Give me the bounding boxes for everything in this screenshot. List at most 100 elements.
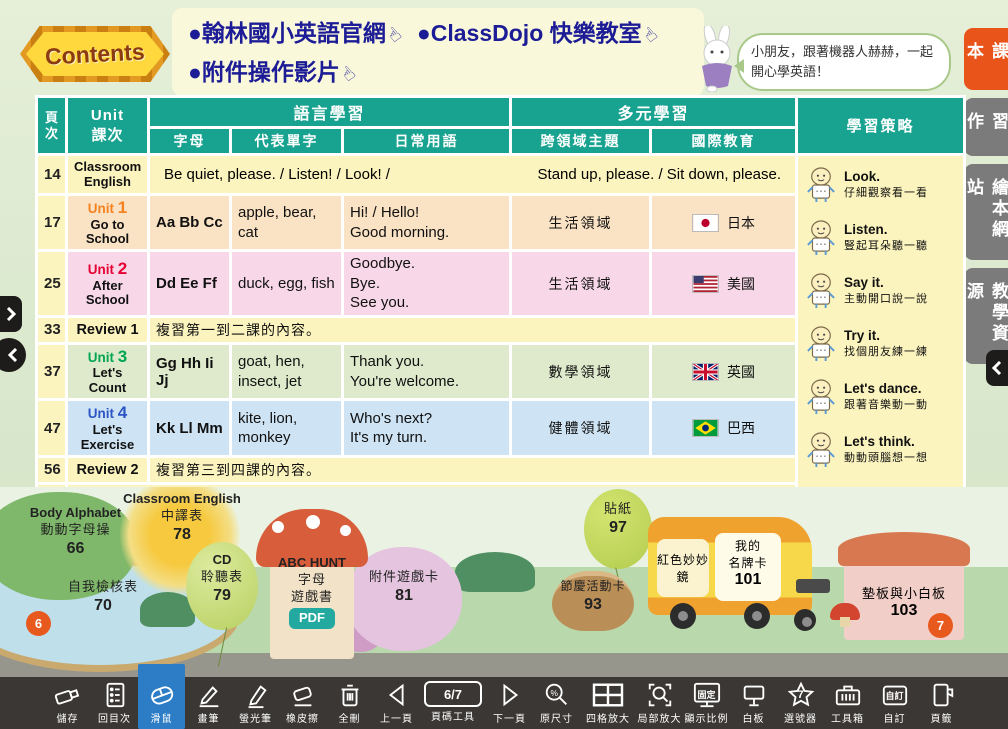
col-header-multi: 多元學習 bbox=[511, 97, 797, 128]
col-header-phrases: 日常用語 bbox=[343, 128, 511, 155]
four-pane-zoom-button[interactable]: 四格放大 bbox=[580, 677, 636, 729]
toolbox-button[interactable]: 工具箱 bbox=[824, 677, 871, 729]
tab-workbook[interactable]: 習作 bbox=[964, 98, 1008, 156]
toolbox-icon bbox=[833, 681, 863, 709]
classroom-english-label: Classroom English 中譯表 78 bbox=[118, 491, 246, 546]
brazil-flag-icon bbox=[692, 419, 719, 437]
speech-bubble-text: 小朋友，跟著機器人赫赫，一起開心學英語！ bbox=[751, 42, 937, 82]
expand-left-panel-button[interactable] bbox=[0, 296, 22, 332]
robot-listen-icon bbox=[804, 219, 838, 257]
pen-tool-button[interactable]: 畫筆 bbox=[185, 677, 232, 729]
page-number: 17 bbox=[37, 195, 67, 251]
usb-save-icon bbox=[53, 681, 83, 709]
col-header-intl: 國際教育 bbox=[651, 128, 797, 155]
zoom-percent-icon: % bbox=[542, 681, 572, 709]
eraser-tool-button[interactable]: 橡皮擦 bbox=[279, 677, 326, 729]
phrases-right: Stand up, please. / Sit down, please. bbox=[538, 166, 782, 183]
col-header-page: 頁次 bbox=[37, 97, 67, 155]
game-cards-label: 附件遊戲卡 81 bbox=[352, 569, 456, 607]
page-number-tool[interactable]: 6/7 頁碼工具 bbox=[420, 677, 486, 729]
name-card-label: 我的 名牌卡 101 bbox=[715, 533, 781, 601]
robot-say-icon bbox=[804, 272, 838, 310]
tab-storybook-site[interactable]: 繪本網站 bbox=[964, 164, 1008, 260]
display-ratio-button[interactable]: 固定 顯示比例 bbox=[683, 677, 730, 729]
triangle-right-icon bbox=[495, 681, 525, 709]
bottom-toolbar: 儲存 回目次 滑鼠 畫筆 螢光筆 橡皮擦 全刪 上一頁 bbox=[0, 677, 1008, 729]
page-number: 14 bbox=[37, 155, 67, 195]
bush bbox=[455, 552, 535, 592]
uk-flag-icon bbox=[692, 363, 719, 381]
page-number: 37 bbox=[37, 343, 67, 399]
link-attachment-videos[interactable]: ●附件操作影片 bbox=[188, 59, 340, 85]
custom-label: 自訂 bbox=[885, 689, 903, 702]
four-pane-icon bbox=[590, 681, 626, 709]
page-marker-7: 7 bbox=[928, 613, 953, 638]
unit-title: Let's Count bbox=[74, 366, 141, 396]
whiteboard-icon bbox=[739, 681, 769, 709]
partial-zoom-button[interactable]: 局部放大 bbox=[636, 677, 683, 729]
festival-cards-label: 節慶活動卡 93 bbox=[552, 579, 634, 615]
strategy-column: Look.仔細觀察看一看 Listen.豎起耳朵聽一聽 Say it.主動開口說… bbox=[797, 155, 965, 538]
page-marker-6: 6 bbox=[26, 611, 51, 636]
star-number: 7 bbox=[797, 689, 803, 701]
unit-title: Go to School bbox=[74, 218, 141, 248]
prev-page-edge-button[interactable] bbox=[0, 338, 26, 372]
highlighter-icon bbox=[241, 681, 271, 709]
chevron-left-icon bbox=[992, 361, 1002, 375]
page-indicator[interactable]: 6/7 bbox=[444, 687, 462, 702]
prev-page-button[interactable]: 上一頁 bbox=[373, 677, 420, 729]
index-list-icon bbox=[100, 681, 130, 709]
pdf-button[interactable]: PDF bbox=[289, 608, 335, 629]
triangle-left-icon bbox=[382, 681, 412, 709]
save-button[interactable]: 儲存 bbox=[44, 677, 91, 729]
camper-van: 紅色妙妙鏡 我的 名牌卡 101 bbox=[648, 517, 826, 635]
small-mushroom bbox=[830, 603, 860, 627]
highlighter-tool-button[interactable]: 螢光筆 bbox=[232, 677, 279, 729]
customize-button[interactable]: 自訂 自訂 bbox=[871, 677, 918, 729]
col-header-cross-domain: 跨領域主題 bbox=[511, 128, 651, 155]
page-tabs-button[interactable]: 頁籤 bbox=[918, 677, 965, 729]
col-header-strategy: 學習策略 bbox=[797, 97, 965, 155]
delete-all-button[interactable]: 全刪 bbox=[326, 677, 373, 729]
back-to-contents-button[interactable]: 回目次 bbox=[91, 677, 138, 729]
stickers-label: 貼紙 97 bbox=[586, 501, 650, 539]
robot-think-icon bbox=[804, 431, 838, 469]
number-picker-button[interactable]: 7 選號器 bbox=[777, 677, 824, 729]
contents-table: 頁次 Unit課次 語言學習 多元學習 學習策略 字母 代表單字 日常用語 跨領… bbox=[35, 95, 966, 539]
robot-dance-icon bbox=[804, 378, 838, 416]
area-zoom-icon bbox=[645, 681, 675, 709]
red-lens-label: 紅色妙妙鏡 bbox=[657, 539, 709, 597]
phrases-left: Be quiet, please. / Listen! / Look! / bbox=[164, 166, 390, 183]
fixed-label: 固定 bbox=[697, 688, 715, 701]
link-classdojo[interactable]: ●ClassDojo 快樂教室 bbox=[417, 20, 642, 46]
col-header-unit: Unit課次 bbox=[67, 97, 149, 155]
eraser-icon bbox=[288, 681, 318, 709]
whiteboard-button[interactable]: 白板 bbox=[730, 677, 777, 729]
cd-list-label: CD 聆聽表 79 bbox=[190, 552, 254, 607]
page-number: 47 bbox=[37, 400, 67, 456]
speech-bubble: 小朋友，跟著機器人赫赫，一起開心學英語！ bbox=[737, 33, 951, 91]
japan-flag-icon bbox=[692, 214, 719, 232]
bookmark-book-icon bbox=[927, 681, 957, 709]
self-check-label: 自我檢核表 70 bbox=[48, 579, 158, 617]
unit-title: Classroom English bbox=[74, 160, 141, 190]
trash-icon bbox=[335, 681, 365, 709]
next-page-button[interactable]: 下一頁 bbox=[486, 677, 533, 729]
ebook-viewer: Contents ●翰林國小英語官網☝ ●ClassDojo 快樂教室☝ ●附件… bbox=[0, 0, 1008, 729]
chevron-right-icon bbox=[6, 307, 16, 321]
contents-badge: Contents bbox=[20, 26, 170, 82]
collapse-right-panel-button[interactable] bbox=[986, 350, 1008, 386]
robot-try-icon bbox=[804, 325, 838, 363]
svg-text:%: % bbox=[550, 688, 558, 698]
header-links-panel: ●翰林國小英語官網☝ ●ClassDojo 快樂教室☝ ●附件操作影片☝ bbox=[172, 8, 704, 96]
mouse-tool-button[interactable]: 滑鼠 bbox=[138, 664, 185, 729]
original-size-button[interactable]: % 原尺寸 bbox=[533, 677, 580, 729]
tab-textbook[interactable]: 課本 bbox=[964, 28, 1008, 90]
col-header-letters: 字母 bbox=[149, 128, 231, 155]
page-number: 33 bbox=[37, 316, 67, 343]
page-number: 56 bbox=[37, 456, 67, 483]
robot-look-icon bbox=[804, 166, 838, 204]
unit-title: Let's Exercise bbox=[74, 423, 141, 453]
link-official-site[interactable]: ●翰林國小英語官網 bbox=[188, 20, 386, 46]
chevron-left-icon bbox=[8, 348, 18, 362]
